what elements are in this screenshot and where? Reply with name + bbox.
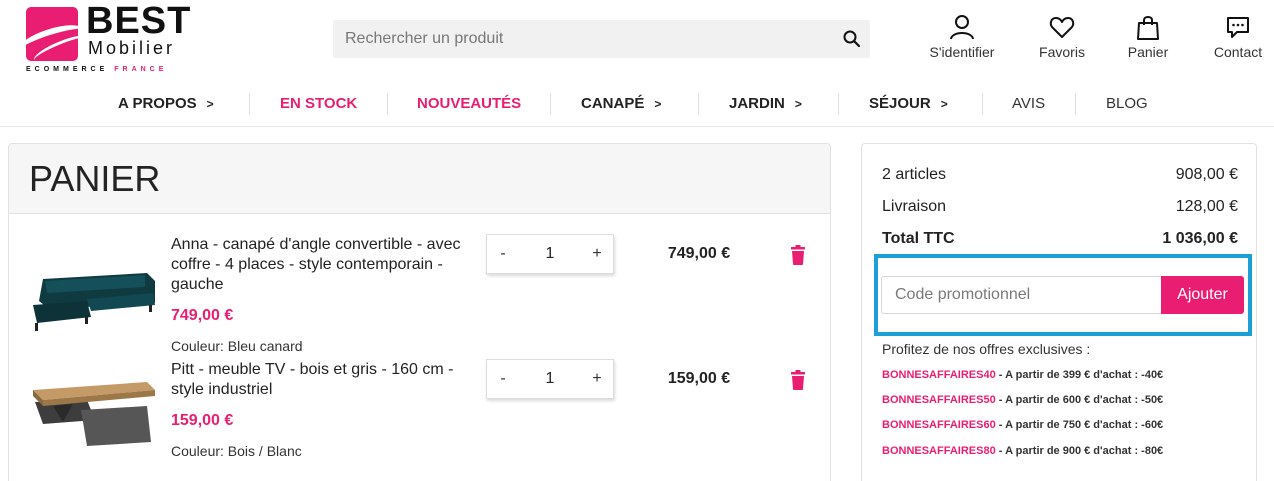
total-value: 1 036,00 € [1162,230,1238,247]
chevron-right-icon: > [654,97,662,111]
offer-code[interactable]: BONNESAFFAIRES40 [882,369,996,381]
offer-code[interactable]: BONNESAFFAIRES80 [882,445,996,457]
summary-shipping: Livraison 128,00 € [882,198,1238,220]
increase-quantity-button[interactable]: + [581,360,613,398]
quantity-stepper: - + [486,234,614,274]
articles-value: 908,00 € [1175,166,1238,183]
logo-tagline: ECOMMERCE FRANCE [26,66,168,73]
nav-item-jardin[interactable]: JARDIN > [729,84,802,124]
promo-code-box: Ajouter [874,254,1252,336]
logo-name-top: BEST [86,0,192,42]
heart-icon [1049,17,1075,38]
trash-icon[interactable] [790,370,806,390]
product-color: Couleur: Bois / Blanc [171,443,302,459]
offer-item: BONNESAFFAIRES40 - A partir de 399 € d'a… [882,369,1164,381]
summary-articles: 2 articles 908,00 € [882,166,1238,188]
product-image-sofa[interactable] [29,237,159,337]
nav-item-avis[interactable]: AVIS [1012,84,1045,124]
order-summary: 2 articles 908,00 € Livraison 128,00 € T… [861,143,1257,481]
search-input[interactable] [333,20,823,58]
search-icon[interactable] [842,29,862,49]
decrease-quantity-button[interactable]: - [487,235,519,273]
chat-icon [1227,17,1249,38]
chevron-right-icon: > [206,97,214,111]
product-line-total: 159,00 € [667,370,731,387]
nav-item-canape[interactable]: CANAPÉ > [581,84,661,124]
quantity-input[interactable] [519,235,581,273]
product-unit-price: 749,00 € [171,307,234,324]
logo-name-bottom: Mobilier [88,38,176,58]
articles-label: 2 articles [882,166,947,183]
offers-title: Profitez de nos offres exclusives : [882,341,1091,357]
logo-mark [26,7,78,61]
nav-item-en-stock[interactable]: EN STOCK [280,84,357,124]
quantity-input[interactable] [519,360,581,398]
favorites-label: Favoris [1039,44,1085,60]
decrease-quantity-button[interactable]: - [487,360,519,398]
promo-add-button[interactable]: Ajouter [1161,276,1244,314]
page-title: PANIER [29,158,161,199]
increase-quantity-button[interactable]: + [581,235,613,273]
login-link[interactable]: S'identifier [917,14,1007,60]
product-name[interactable]: Pitt - meuble TV - bois et gris - 160 cm… [171,360,471,400]
product-color: Couleur: Bleu canard [171,338,303,354]
contact-link[interactable]: Contact [1193,14,1274,60]
quantity-stepper: - + [486,359,614,399]
favorites-link[interactable]: Favoris [1017,14,1107,60]
offer-code[interactable]: BONNESAFFAIRES50 [882,394,996,406]
logo[interactable]: BEST Mobilier ECOMMERCE FRANCE [26,0,216,74]
summary-total: Total TTC 1 036,00 € [882,230,1238,252]
product-unit-price: 159,00 € [171,412,234,429]
chevron-right-icon: > [940,97,948,111]
nav-item-a-propos[interactable]: A PROPOS > [118,84,214,124]
cart-header: PANIER [9,144,830,214]
main-nav: A PROPOS > EN STOCK NOUVEAUTÉS CANAPÉ > JA… [0,84,1274,124]
chevron-right-icon: > [794,97,802,111]
trash-icon[interactable] [790,245,806,265]
search-bar [333,20,870,58]
contact-label: Contact [1213,44,1263,60]
user-icon [950,15,974,40]
product-line-total: 749,00 € [667,245,731,262]
login-label: S'identifier [929,44,995,60]
total-label: Total TTC [882,230,955,247]
promo-code-input[interactable] [881,276,1163,314]
nav-item-nouveautes[interactable]: NOUVEAUTÉS [417,84,521,124]
offer-item: BONNESAFFAIRES50 - A partir de 600 € d'a… [882,394,1164,406]
nav-item-blog[interactable]: BLOG [1106,84,1148,124]
cart-link[interactable]: Panier [1103,14,1193,60]
shipping-label: Livraison [882,198,947,215]
shipping-value: 128,00 € [1175,198,1238,215]
product-image-tv-stand[interactable] [29,350,159,450]
bag-icon [1137,16,1159,40]
offer-item: BONNESAFFAIRES80 - A partir de 900 € d'a… [882,445,1164,457]
product-name[interactable]: Anna - canapé d'angle convertible - avec… [171,235,471,295]
cart-panel: PANIER Anna - canapé d'angle convertible… [8,143,831,481]
cart-label: Panier [1127,44,1169,60]
nav-item-sejour[interactable]: SÉJOUR > [869,84,948,124]
offer-code[interactable]: BONNESAFFAIRES60 [882,419,996,431]
offer-item: BONNESAFFAIRES60 - A partir de 750 € d'a… [882,419,1164,431]
